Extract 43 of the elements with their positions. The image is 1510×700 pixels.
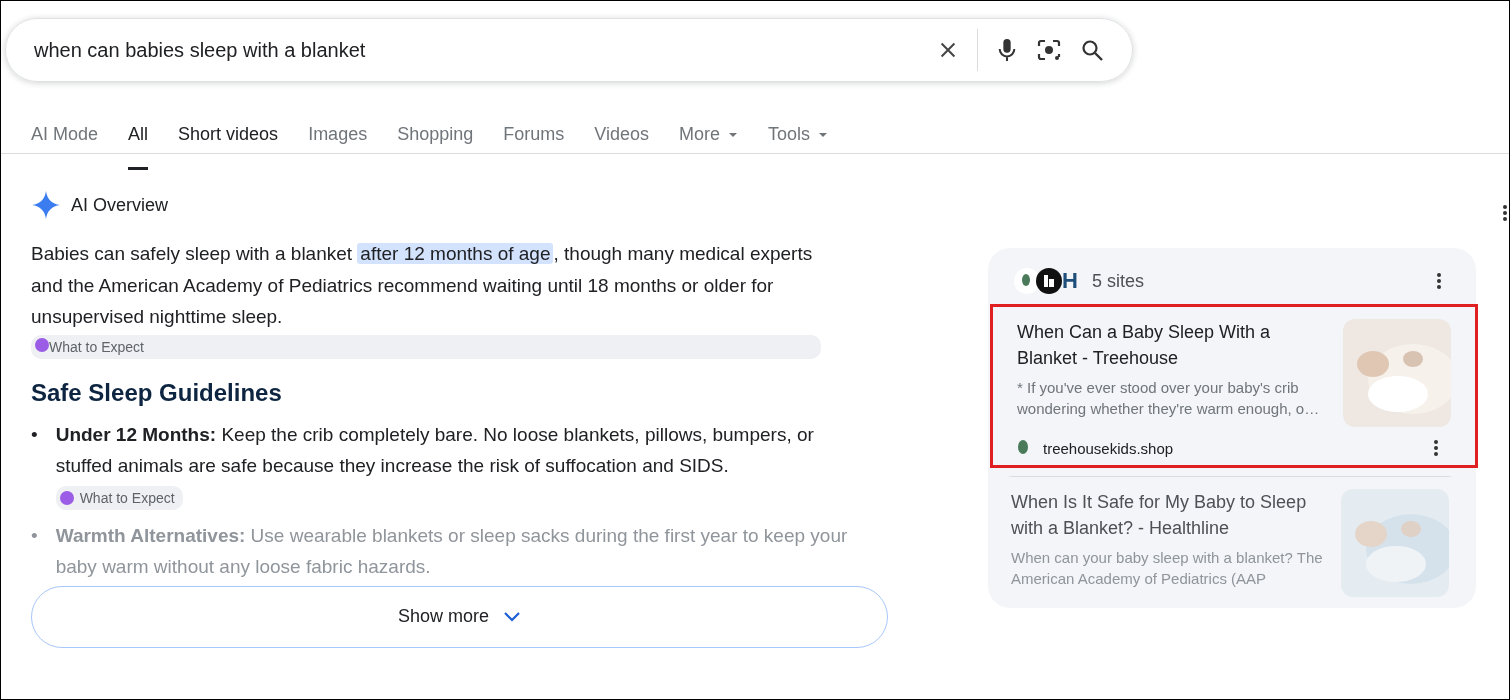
sites-count: 5 sites: [1091, 270, 1145, 292]
source-title: When Can a Baby Sleep With a Blanket - Treehouse: [1017, 321, 1272, 370]
more-options-icon[interactable]: [1433, 439, 1439, 457]
search-tab[interactable]: More: [678, 124, 720, 170]
microphone-icon[interactable]: [996, 37, 1018, 63]
more-options-icon[interactable]: [1502, 204, 1508, 222]
source-chip[interactable]: What to Expect: [31, 334, 821, 359]
source-card[interactable]: When Is It Safe for My Baby to Sleep with a Blanket? - Healthline When can your baby sleep with a blanket? The American Academy of Pediatrics (AAP: [1008, 476, 1452, 600]
source-title: When Is It Safe for My Baby to Sleep with a Blanket? - Healthline: [1011, 491, 1308, 540]
overview-title: AI Overview: [71, 194, 169, 216]
house-logo-icon: [1036, 268, 1062, 294]
site-name: treehousekids.shop: [1043, 439, 1175, 457]
search-query: when can babies sleep with a blanket: [34, 38, 367, 62]
caret-icon[interactable]: [728, 132, 738, 138]
bullet-text: Warmth Alternatives: Use wearable blankets or sleep sacks during the first year to keep your baby warm without any loose fabric hazards.: [55, 523, 849, 579]
leaf-logo-icon: [1014, 268, 1040, 294]
more-options-icon[interactable]: [1436, 272, 1442, 290]
source-snippet: * If you've ever stood over your baby's crib wondering whether they're warm enough, o…: [1017, 378, 1321, 419]
bullet-marker: •: [31, 523, 38, 548]
site-logo-letter: H: [1062, 268, 1078, 294]
show-more-button[interactable]: Show more: [31, 585, 888, 648]
caret-icon[interactable]: [818, 132, 828, 138]
search-tab[interactable]: AI Mode: [31, 124, 99, 170]
search-tab[interactable]: Shopping: [397, 124, 474, 170]
search-tab[interactable]: Tools: [768, 124, 810, 170]
sparkle-icon: [31, 190, 61, 220]
camera-lens-icon[interactable]: [1036, 38, 1062, 62]
summary-text: Babies can safely sleep with a blanket after 12 months of age, though many medical experts and the American Academy of Pediatrics recommend waiting until 18 months or older for unsupervised nighttime sleep.: [31, 242, 814, 329]
chevron-down-icon: [503, 610, 521, 623]
site-logo-icon: [1017, 440, 1029, 456]
search-tab[interactable]: Forums: [503, 124, 565, 170]
source-chip[interactable]: What to Expect: [55, 486, 183, 511]
search-tab[interactable]: Videos: [594, 124, 649, 170]
bullet-text: Under 12 Months: Keep the crib completely bare. No loose blankets, pillows, bumpers, or stuffed animals are safe because they increase the risk of suffocation and SIDS.: [55, 422, 815, 478]
search-tab[interactable]: Short videos: [178, 124, 279, 170]
search-tab[interactable]: Images: [308, 124, 368, 170]
site-logo-icon: [35, 337, 49, 352]
search-icon[interactable]: [1080, 38, 1104, 62]
source-card[interactable]: When Can a Baby Sleep With a Blanket - Treehouse * If you've ever stood over your baby's crib wondering whether they're warm enough, o… treehousekids.shop: [990, 304, 1478, 468]
bullet-marker: •: [31, 422, 38, 447]
section-heading: Safe Sleep Guidelines: [31, 378, 283, 407]
source-snippet: When can your baby sleep with a blanket? The American Academy of Pediatrics (AAP: [1011, 548, 1324, 589]
site-logo-icon: [59, 491, 74, 506]
